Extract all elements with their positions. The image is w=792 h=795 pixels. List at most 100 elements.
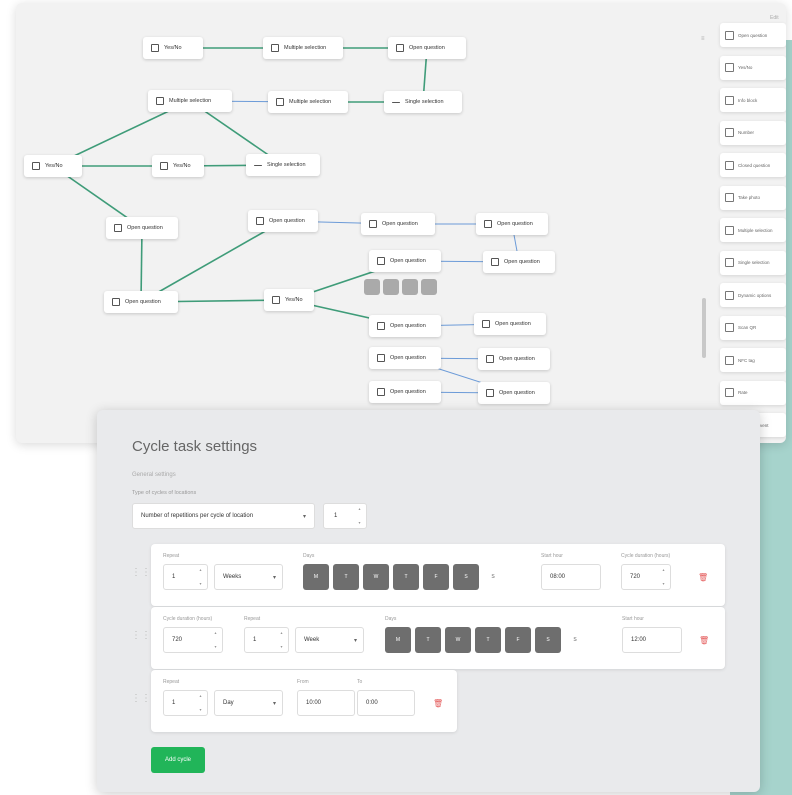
day-toggle[interactable]: S — [453, 564, 479, 590]
chevron-down-icon[interactable]: ▾ — [199, 708, 201, 712]
flow-node[interactable]: Open question — [248, 210, 318, 232]
edit-label[interactable]: Edit — [770, 15, 779, 21]
palette-tool[interactable]: Yes/No — [720, 55, 786, 80]
day-toggle[interactable]: T — [475, 627, 501, 653]
day-toggle[interactable]: W — [363, 564, 389, 590]
stepper-arrows[interactable]: ▴ ▾ — [197, 694, 204, 712]
stepper-arrows[interactable]: ▴ ▾ — [278, 631, 285, 649]
node-action-button[interactable] — [364, 279, 380, 295]
flow-canvas[interactable]: Yes/No Multiple selection Open question Mul… — [16, 3, 706, 443]
day-toggle[interactable]: F — [505, 627, 531, 653]
flow-node[interactable]: Multiple selection — [263, 37, 343, 59]
flow-node[interactable]: Open question — [369, 250, 441, 272]
chevron-down-icon[interactable]: ▾ — [358, 521, 360, 525]
flow-node[interactable]: Open question — [483, 251, 555, 273]
hamburger-icon[interactable]: ≡ — [701, 36, 705, 42]
palette-tool[interactable]: Multiple selection — [720, 218, 786, 242]
chevron-up-icon[interactable]: ▴ — [358, 507, 360, 511]
flow-node[interactable]: Open question — [369, 347, 441, 369]
day-toggle[interactable]: T — [393, 564, 419, 590]
flow-node[interactable]: Open question — [476, 213, 548, 235]
repeat-unit-select[interactable]: Weeks ▾ — [214, 564, 283, 590]
repeat-stepper[interactable]: 1 ▴ ▾ — [163, 564, 208, 590]
flow-node[interactable]: Open question — [478, 348, 550, 370]
flow-node[interactable]: Open question — [106, 217, 178, 239]
flow-node[interactable]: Open question — [474, 313, 546, 335]
from-time-input[interactable]: 10:00 — [297, 690, 355, 716]
flow-node[interactable]: Multiple selection — [268, 91, 348, 113]
chevron-down-icon[interactable]: ▾ — [662, 582, 664, 586]
flow-node-label: Multiple selection — [284, 45, 327, 51]
node-action-button[interactable] — [402, 279, 418, 295]
node-action-button[interactable] — [383, 279, 399, 295]
flow-node[interactable]: Open question — [361, 213, 435, 235]
palette-tool[interactable]: Take photo — [720, 185, 786, 210]
day-toggle[interactable]: M — [303, 564, 329, 590]
palette-tool[interactable]: Number — [720, 120, 786, 145]
flow-node[interactable]: Single selection — [246, 154, 320, 176]
day-toggle[interactable]: S — [535, 627, 561, 653]
repeat-unit-select[interactable]: Day ▾ — [214, 690, 283, 716]
delete-cycle-icon[interactable]: 🗑 — [698, 573, 708, 582]
repeat-stepper[interactable]: 1 ▴ ▾ — [163, 690, 208, 716]
stepper-arrows[interactable]: ▴ ▾ — [212, 631, 219, 649]
drag-handle-icon[interactable]: ⋮⋮ — [131, 693, 151, 704]
flow-node[interactable]: Open question — [369, 315, 441, 337]
chevron-down-icon[interactable]: ▾ — [199, 582, 201, 586]
duration-stepper[interactable]: 720 ▴ ▾ — [163, 627, 223, 653]
chevron-up-icon[interactable]: ▴ — [662, 568, 664, 572]
chevron-up-icon[interactable]: ▴ — [199, 568, 201, 572]
chat-icon — [377, 354, 385, 362]
to-time-input[interactable]: 0:00 — [357, 690, 415, 716]
palette-tool[interactable]: NFC tag — [720, 348, 786, 372]
flow-node[interactable]: Open question — [104, 291, 178, 313]
delete-cycle-icon[interactable]: 🗑 — [433, 699, 443, 708]
canvas-scrollbar[interactable] — [702, 298, 706, 358]
palette-tool[interactable]: Dynamic options — [720, 283, 786, 307]
flow-node[interactable]: Open question — [388, 37, 466, 59]
drag-handle-icon[interactable]: ⋮⋮ — [131, 567, 151, 578]
stepper-arrows[interactable]: ▴ ▾ — [197, 568, 204, 586]
flow-node[interactable]: Open question — [369, 381, 441, 403]
day-toggle[interactable]: S — [565, 627, 585, 653]
palette-tool-label: NFC tag — [738, 357, 755, 363]
palette-tool[interactable]: Single selection — [720, 250, 786, 275]
repeat-unit-select[interactable]: Week ▾ — [295, 627, 364, 653]
flow-node[interactable]: Open question — [478, 382, 550, 404]
palette-tool[interactable]: Info block — [720, 88, 786, 112]
day-toggle[interactable]: M — [385, 627, 411, 653]
flow-node[interactable]: Single selection — [384, 91, 462, 113]
palette-tool[interactable]: Open question — [720, 23, 786, 47]
start-hour-input[interactable]: 08:00 — [541, 564, 601, 590]
flow-node-label: Yes/No — [285, 297, 303, 303]
day-toggle[interactable]: S — [483, 564, 503, 590]
add-cycle-button[interactable]: Add cycle — [151, 747, 205, 773]
palette-tool[interactable]: Rate — [720, 380, 786, 405]
delete-cycle-icon[interactable]: 🗑 — [699, 636, 709, 645]
palette-tool[interactable]: Scan QR — [720, 315, 786, 340]
palette-tool[interactable]: Closed question — [720, 153, 786, 177]
flow-node[interactable]: Multiple selection — [148, 90, 232, 112]
chevron-up-icon[interactable]: ▴ — [199, 694, 201, 698]
repetition-count-stepper[interactable]: 1 ▴ ▾ — [323, 503, 367, 529]
day-toggle[interactable]: F — [423, 564, 449, 590]
stepper-arrows[interactable]: ▴ ▾ — [660, 568, 667, 586]
cycle-type-select[interactable]: Number of repetitions per cycle of locat… — [132, 503, 315, 529]
repeat-stepper[interactable]: 1 ▴ ▾ — [244, 627, 289, 653]
node-action-button[interactable] — [421, 279, 437, 295]
day-toggle[interactable]: W — [445, 627, 471, 653]
chevron-down-icon[interactable]: ▾ — [280, 645, 282, 649]
drag-handle-icon[interactable]: ⋮⋮ — [131, 630, 151, 641]
start-hour-input[interactable]: 12:00 — [622, 627, 682, 653]
flow-node[interactable]: Yes/No — [143, 37, 203, 59]
chevron-up-icon[interactable]: ▴ — [280, 631, 282, 635]
flow-node[interactable]: Yes/No — [264, 289, 314, 311]
flow-node[interactable]: Yes/No — [152, 155, 204, 177]
chevron-down-icon[interactable]: ▾ — [214, 645, 216, 649]
duration-stepper[interactable]: 720 ▴ ▾ — [621, 564, 671, 590]
stepper-arrows[interactable]: ▴ ▾ — [356, 507, 363, 525]
day-toggle[interactable]: T — [333, 564, 359, 590]
flow-node[interactable]: Yes/No — [24, 155, 82, 177]
chevron-up-icon[interactable]: ▴ — [214, 631, 216, 635]
day-toggle[interactable]: T — [415, 627, 441, 653]
